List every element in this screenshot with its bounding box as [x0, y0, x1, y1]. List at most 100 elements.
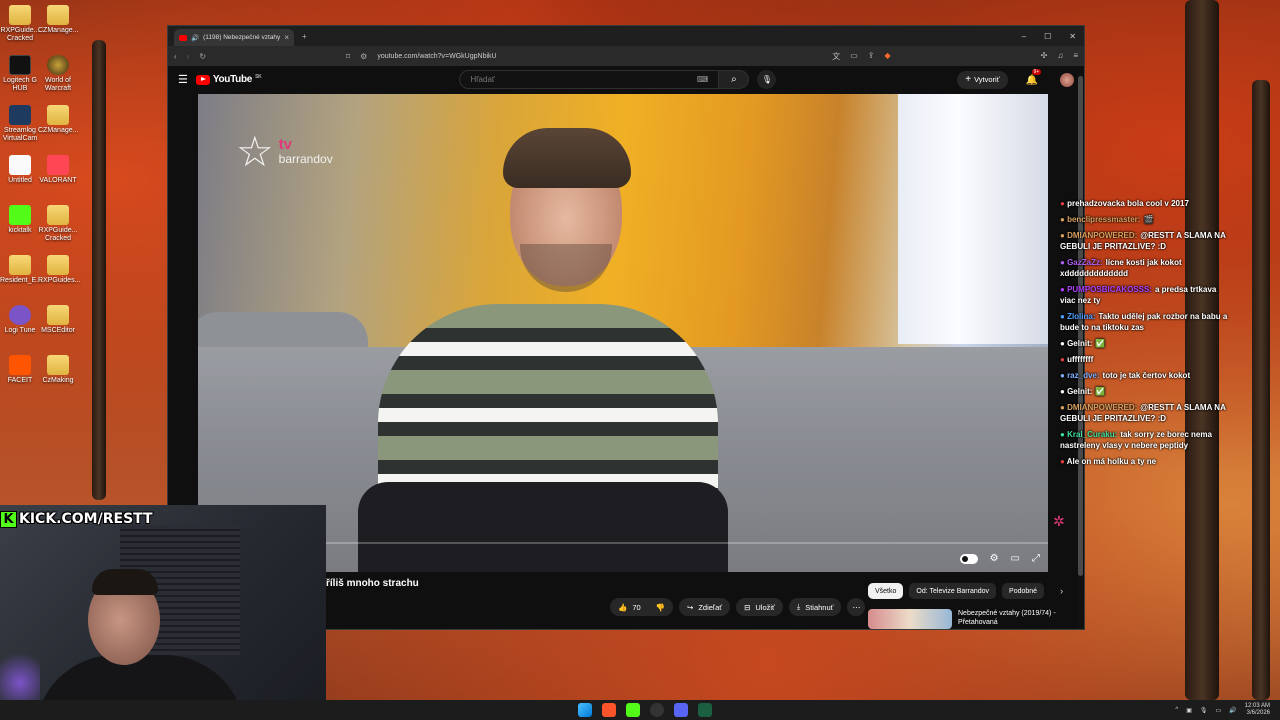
- kicktalk-icon[interactable]: [698, 703, 712, 717]
- chevron-right-icon[interactable]: ›: [1060, 586, 1063, 596]
- chat-username[interactable]: Zlolina:: [1067, 312, 1095, 321]
- recommendation-thumbnail[interactable]: [868, 609, 952, 629]
- clock[interactable]: 12:03 AM 3/6/2026: [1245, 703, 1270, 717]
- chat-username[interactable]: Kral_Curaku:: [1067, 430, 1117, 439]
- share-button[interactable]: ↪ Zdieľať: [679, 598, 731, 616]
- desktop-icon[interactable]: VALORANT: [38, 155, 78, 185]
- new-tab-button[interactable]: +: [302, 32, 307, 41]
- chat-username[interactable]: GazZaZz:: [1067, 258, 1103, 267]
- more-actions-button[interactable]: ⋯: [847, 598, 866, 616]
- media-icon[interactable]: ♫: [1057, 51, 1063, 62]
- faceit-icon: [9, 355, 31, 375]
- network-icon[interactable]: ▭: [1215, 707, 1221, 714]
- bookmark-icon[interactable]: ⌑: [346, 52, 350, 61]
- chat-username[interactable]: Gelnit:: [1067, 339, 1092, 348]
- chat-message: ● Ale on má holku a ty ne: [1060, 456, 1232, 467]
- download-button[interactable]: ⤓ Stiahnuť: [788, 598, 842, 616]
- chat-username[interactable]: DMIANPOWERED:: [1067, 403, 1137, 412]
- desktop-icon[interactable]: Logi Tune: [0, 305, 40, 335]
- hamburger-menu-icon[interactable]: ☰: [178, 73, 188, 86]
- desktop-icon-label: CzMaking: [42, 377, 74, 384]
- share-icon[interactable]: ⇪: [868, 51, 875, 62]
- keyboard-icon[interactable]: ⌨: [697, 75, 709, 84]
- video-person-hair: [503, 128, 631, 188]
- brave-shield-icon[interactable]: ◆: [884, 51, 890, 62]
- desktop-icon[interactable]: Resident_E...: [0, 255, 42, 285]
- search-input[interactable]: Hľadať ⌨: [459, 70, 720, 89]
- share-arrow-icon: ↪: [687, 602, 694, 612]
- chat-message: ● Gelnit: ✅: [1060, 386, 1232, 397]
- search-icon: ⌕: [731, 74, 737, 85]
- fullscreen-icon[interactable]: ⤢: [1032, 553, 1040, 564]
- video-player[interactable]: ☆ tv barrandov ⚙ ▭ ⤢: [198, 94, 1048, 572]
- notification-badge: 9+: [1031, 68, 1042, 75]
- kick-app-icon[interactable]: [626, 703, 640, 717]
- chat-username[interactable]: benclipressmaster:: [1067, 215, 1140, 224]
- account-avatar[interactable]: [1060, 72, 1074, 87]
- desktop-icon[interactable]: CZManage...: [38, 105, 78, 135]
- youtube-logo[interactable]: YouTube SK: [195, 74, 262, 85]
- recommendation-item[interactable]: Nebezpečné vztahy (2019/74) - Přetahovan…: [868, 609, 1083, 629]
- desktop-icon[interactable]: RXPGuides...: [38, 255, 80, 285]
- desktop-icon[interactable]: CzMaking: [38, 355, 78, 385]
- microphone-tray-icon[interactable]: 🎙: [1200, 707, 1208, 714]
- desktop-icon[interactable]: World of Warcraft: [38, 55, 78, 93]
- chip-channel[interactable]: Od: Televize Barrandov: [909, 583, 997, 599]
- notifications-button[interactable]: 🔔 9+: [1026, 68, 1042, 86]
- close-window-button[interactable]: ✕: [1069, 32, 1076, 41]
- chip-related[interactable]: Podobné: [1002, 583, 1045, 599]
- chat-username[interactable]: PUMPOSBICAKOSSS:: [1067, 285, 1152, 294]
- chat-message: ● raz_dve: toto je tak čertov kokot: [1060, 370, 1232, 381]
- windows-start-icon[interactable]: [578, 703, 592, 717]
- theater-mode-icon[interactable]: ▭: [1011, 553, 1020, 564]
- search-button[interactable]: ⌕: [719, 70, 750, 89]
- tray-app-icon[interactable]: ▣: [1186, 707, 1192, 714]
- volume-icon[interactable]: 🔊: [1229, 707, 1236, 714]
- maximize-button[interactable]: ☐: [1044, 32, 1051, 41]
- desktop-icon[interactable]: RXPGuide... Cracked: [38, 205, 78, 243]
- desktop-icon[interactable]: kicktalk: [0, 205, 40, 235]
- chat-username[interactable]: raz_dve:: [1067, 371, 1099, 380]
- kick-banner: K KICK.COM/RESTT: [0, 508, 153, 530]
- brave-browser-icon[interactable]: [602, 703, 616, 717]
- thumbs-down-icon[interactable]: 👎: [656, 603, 665, 612]
- back-icon[interactable]: ‹: [174, 52, 177, 61]
- desktop-icon[interactable]: Logitech G HUB: [0, 55, 40, 93]
- chat-username[interactable]: DMIANPOWERED:: [1067, 231, 1137, 240]
- reload-icon[interactable]: ↻: [199, 52, 206, 61]
- reader-icon[interactable]: ▭: [850, 51, 858, 62]
- chip-all[interactable]: Všetko: [868, 583, 904, 599]
- desktop-icon[interactable]: MSCEditor: [38, 305, 78, 335]
- minimize-button[interactable]: –: [1022, 32, 1026, 41]
- tray-chevron-icon[interactable]: ^: [1175, 707, 1178, 713]
- voice-search-button[interactable]: 🎙: [757, 70, 777, 89]
- autoplay-toggle[interactable]: [959, 553, 978, 564]
- chat-username[interactable]: Gelnit:: [1067, 387, 1092, 396]
- extensions-icon[interactable]: ✣: [1041, 51, 1048, 62]
- chat-badge-icon: ●: [1060, 339, 1068, 348]
- translate-icon[interactable]: 文: [832, 51, 840, 62]
- desktop-icon[interactable]: Untitled: [0, 155, 40, 185]
- video-title: říliš mnoho strachu: [326, 578, 419, 589]
- desktop-icon[interactable]: FACEIT: [0, 355, 40, 385]
- tab-close-button[interactable]: ×: [284, 33, 289, 42]
- desktop-icon[interactable]: RXPGuide... Cracked: [0, 5, 40, 43]
- site-info-icon[interactable]: ⚙: [360, 52, 367, 61]
- menu-icon[interactable]: ≡: [1073, 51, 1078, 62]
- create-button[interactable]: + Vytvoriť: [957, 70, 1008, 89]
- recommendation-title[interactable]: Nebezpečné vztahy (2019/74) - Přetahovan…: [958, 609, 1068, 629]
- folder-icon: [9, 5, 31, 25]
- url-field[interactable]: youtube.com/watch?v=WGkUgpNbikU: [377, 53, 496, 60]
- obs-icon[interactable]: [650, 703, 664, 717]
- address-bar: ‹ › ↻ ⌑ ⚙ youtube.com/watch?v=WGkUgpNbik…: [168, 46, 1084, 66]
- save-button[interactable]: ⊟ Uložiť: [736, 598, 783, 616]
- desktop-icon[interactable]: CZManage...: [38, 5, 78, 35]
- desktop-icon[interactable]: Streamlog VirtualCam: [0, 105, 40, 143]
- settings-gear-icon[interactable]: ⚙: [990, 553, 999, 564]
- tab-youtube[interactable]: 🔊 (1198) Nebezpečné vztahy (2 ×: [174, 29, 294, 46]
- forward-icon[interactable]: ›: [187, 52, 190, 61]
- discord-icon[interactable]: [674, 703, 688, 717]
- like-button[interactable]: 👍 70 👎: [610, 598, 674, 616]
- chat-text: toto je tak čertov kokot: [1102, 371, 1191, 380]
- chat-badge-icon: ●: [1060, 215, 1068, 224]
